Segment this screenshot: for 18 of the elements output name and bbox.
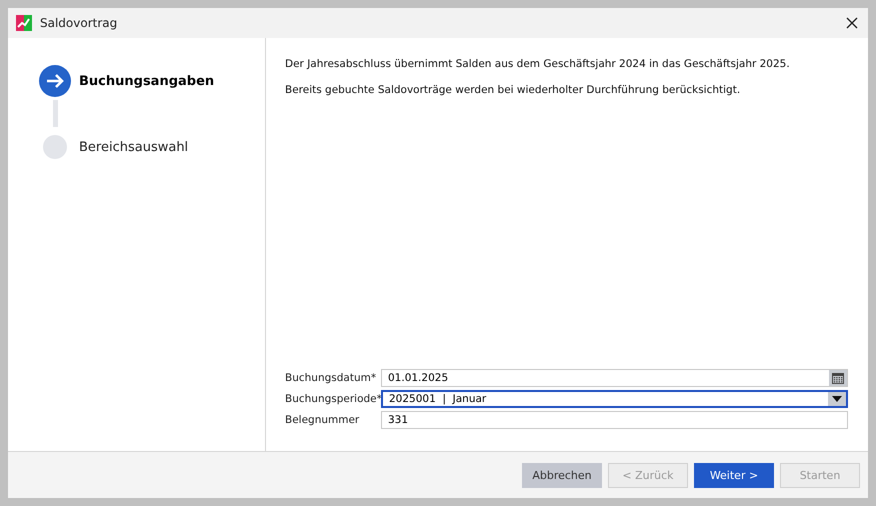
window-title: Saldovortrag	[40, 16, 118, 30]
close-icon[interactable]	[844, 15, 860, 31]
dialog-button[interactable]: Weiter >	[694, 462, 774, 488]
field-label: Belegnummer	[285, 414, 360, 426]
date-field[interactable]: 01.01.2025	[381, 369, 848, 387]
step-label[interactable]: Bereichsauswahl	[79, 140, 188, 154]
info-text: Der Jahresabschluss übernimmt Salden aus dem Geschäftsjahr 2024 in das Geschäftsjahr 2025.	[285, 58, 791, 70]
field-label: Buchungsperiode*	[285, 393, 381, 405]
field-label: Buchungsdatum*	[285, 372, 378, 384]
dialog-button[interactable]: Abbrechen	[522, 462, 602, 488]
dropdown-icon[interactable]	[828, 392, 846, 406]
step-connector	[53, 100, 58, 127]
step-label[interactable]: Buchungsangaben	[79, 74, 214, 88]
app-logo-icon	[16, 15, 32, 31]
info-text: Bereits gebuchte Saldovorträge werden bei wiederholter Durchführung berücksichtigt.	[285, 84, 742, 96]
select-field[interactable]: 2025001 | Januar	[381, 390, 848, 408]
input-field[interactable]: 331	[381, 411, 848, 429]
calendar-icon[interactable]	[829, 370, 847, 386]
